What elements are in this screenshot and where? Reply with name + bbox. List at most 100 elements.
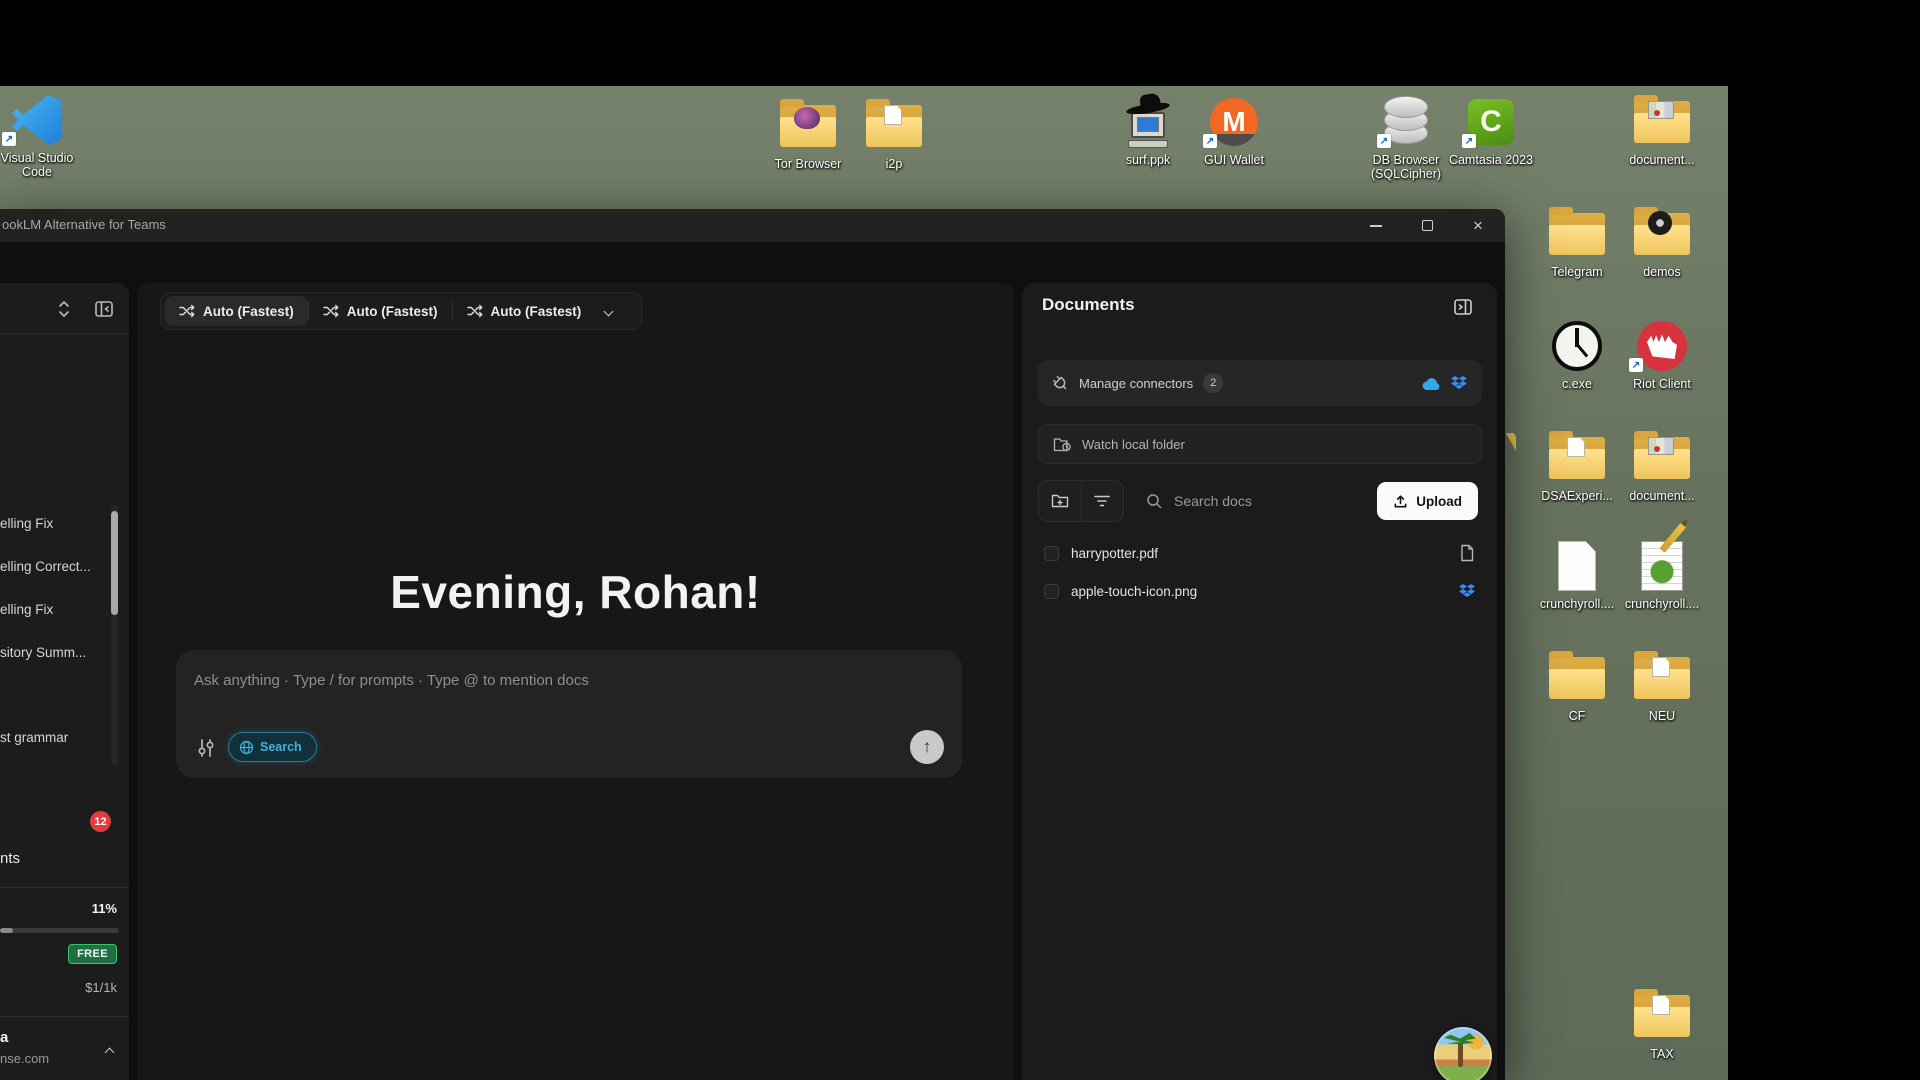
desktop-icon-crunchyroll-2[interactable]: crunchyroll....	[1617, 538, 1707, 611]
manage-connectors-row[interactable]: Manage connectors 2	[1038, 360, 1482, 406]
desktop-icon-demos[interactable]: demos	[1617, 206, 1707, 279]
desktop-icon-i2p[interactable]: i2p	[849, 98, 939, 171]
sidebar-item-spelling-fix-2[interactable]: elling Fix	[0, 602, 108, 617]
folder-camera-icon	[1634, 213, 1690, 255]
document-icon	[1558, 541, 1596, 591]
model-dropdown-button[interactable]	[605, 302, 612, 320]
desktop-icon-tor-browser[interactable]: Tor Browser	[763, 98, 853, 171]
manage-connectors-label: Manage connectors	[1079, 376, 1193, 391]
notepad-pencil-icon	[1641, 541, 1683, 591]
desktop-icon-cf[interactable]: CF	[1532, 650, 1622, 723]
model-tab-2[interactable]: Auto (Fastest)	[309, 296, 452, 326]
watch-local-folder-label: Watch local folder	[1082, 437, 1185, 452]
filter-button[interactable]	[1081, 481, 1123, 521]
tropical-photo-icon[interactable]	[1434, 1027, 1492, 1080]
usage-progress-bar	[0, 928, 119, 933]
prompt-input[interactable]	[192, 666, 892, 694]
sidebar-item-spelling-fix-1[interactable]: elling Fix	[0, 516, 108, 531]
toolbar-button-group	[1038, 480, 1124, 522]
model-tab-label: Auto (Fastest)	[203, 304, 294, 319]
usage-percent: 11%	[92, 901, 117, 916]
desktop-icon-label: CF	[1532, 709, 1622, 723]
folder-photo-icon	[1634, 437, 1690, 479]
unfold-sort-icon[interactable]	[52, 297, 76, 321]
vscode-icon	[12, 95, 62, 145]
documents-panel: Documents Manage connectors 2 Watch loca…	[1022, 283, 1497, 1080]
desktop-icon-label: Visual Studio Code	[0, 151, 78, 179]
upload-button[interactable]: Upload	[1377, 482, 1478, 520]
price-label: $1/1k	[85, 980, 117, 995]
minimize-button[interactable]	[1353, 209, 1399, 242]
upload-label: Upload	[1416, 494, 1462, 509]
collapse-panel-left-icon[interactable]	[92, 297, 116, 321]
desktop-icon-c-exe[interactable]: c.exe	[1532, 318, 1622, 391]
notification-count-badge: 12	[90, 811, 111, 832]
sidebar-item-test-grammar[interactable]: st grammar	[0, 730, 108, 745]
doc-search-input[interactable]	[1172, 492, 1342, 510]
computer-hat-icon	[1124, 96, 1172, 148]
documents-toolbar: Upload	[1038, 480, 1482, 522]
desktop-icon-db-browser[interactable]: ↗ DB Browser (SQLCipher)	[1361, 94, 1451, 181]
plug-icon	[1048, 371, 1072, 395]
tune-sliders-icon[interactable]	[196, 738, 216, 758]
send-button[interactable]: ↑	[910, 730, 944, 764]
maximize-button[interactable]	[1404, 209, 1450, 242]
file-checkbox[interactable]	[1044, 546, 1059, 561]
filter-icon	[1094, 495, 1110, 507]
folder-plus-icon	[1051, 493, 1069, 509]
sidebar-scrollbar-track[interactable]	[111, 505, 118, 765]
main-content: Auto (Fastest) Auto (Fastest) Auto (Fast…	[137, 283, 1014, 1080]
cloud-icon	[1422, 376, 1442, 391]
file-row-apple-touch-icon[interactable]: apple-touch-icon.png	[1038, 574, 1482, 608]
collapse-panel-right-icon[interactable]	[1453, 297, 1473, 317]
minimize-icon	[1370, 225, 1382, 227]
watch-local-folder-row[interactable]: Watch local folder	[1038, 424, 1482, 464]
maximize-icon	[1422, 220, 1433, 231]
desktop-icon-telegram[interactable]: Telegram	[1532, 206, 1622, 279]
account-menu-button[interactable]	[106, 1043, 113, 1061]
desktop-icon-label: crunchyroll....	[1532, 597, 1622, 611]
model-tab-3[interactable]: Auto (Fastest)	[453, 296, 596, 326]
desktop-icon-label: DSAExperi...	[1532, 489, 1622, 503]
desktop-icon-crunchyroll-1[interactable]: crunchyroll....	[1532, 538, 1622, 611]
prompt-input-card: Search ↑	[176, 650, 962, 778]
desktop-icon-label: DB Browser (SQLCipher)	[1361, 153, 1451, 181]
sidebar-scrollbar-thumb[interactable]	[111, 511, 118, 615]
desktop-icon-surf-ppk[interactable]: surf.ppk	[1103, 94, 1193, 167]
desktop-icon-label: TAX	[1617, 1047, 1707, 1061]
desktop-icon-neu[interactable]: NEU	[1617, 650, 1707, 723]
file-checkbox[interactable]	[1044, 584, 1059, 599]
account-email: nse.com	[0, 1051, 49, 1066]
usage-progress-fill	[0, 928, 13, 933]
riot-icon	[1637, 321, 1687, 371]
web-search-toggle[interactable]: Search	[228, 732, 317, 762]
desktop-icon-document-right[interactable]: document...	[1617, 430, 1707, 503]
file-row-harrypotter[interactable]: harrypotter.pdf	[1038, 536, 1482, 570]
app-window: ookLM Alternative for Teams × elling Fix…	[0, 209, 1505, 1080]
desktop-icon-dsaexperi[interactable]: DSAExperi...	[1532, 430, 1622, 503]
desktop-icon-riot-client[interactable]: ↗ Riot Client	[1617, 318, 1707, 391]
folder-clock-icon	[1053, 436, 1072, 453]
desktop-icon-document-top[interactable]: document...	[1617, 94, 1707, 167]
desktop-icon-camtasia[interactable]: C ↗ Camtasia 2023	[1446, 94, 1536, 167]
desktop-icon-vscode[interactable]: ↗ Visual Studio Code	[0, 92, 78, 179]
close-button[interactable]: ×	[1455, 209, 1501, 242]
sidebar-item-spelling-correct[interactable]: elling Correct...	[0, 559, 108, 574]
desktop-icon-label: NEU	[1617, 709, 1707, 723]
window-titlebar[interactable]: ookLM Alternative for Teams ×	[0, 209, 1505, 242]
folder-photo-icon	[1634, 101, 1690, 143]
shortcut-arrow-icon: ↗	[1462, 134, 1476, 148]
sidebar-item-repository-summary[interactable]: sitory Summ...	[0, 645, 108, 660]
doc-search-field[interactable]	[1138, 480, 1378, 522]
desktop-icon-label: Telegram	[1532, 265, 1622, 279]
plan-badge: FREE	[68, 944, 117, 964]
desktop-icon-tax[interactable]: TAX	[1617, 988, 1707, 1061]
dropbox-icon	[1458, 583, 1476, 599]
shortcut-arrow-icon: ↗	[1629, 358, 1643, 372]
model-tab-1[interactable]: Auto (Fastest)	[165, 296, 308, 326]
agents-label[interactable]: nts	[0, 850, 20, 867]
globe-icon	[239, 740, 254, 755]
desktop-icon-gui-wallet[interactable]: M ↗ GUI Wallet	[1189, 94, 1279, 167]
new-folder-button[interactable]	[1039, 481, 1081, 521]
desktop-icon-label: demos	[1617, 265, 1707, 279]
